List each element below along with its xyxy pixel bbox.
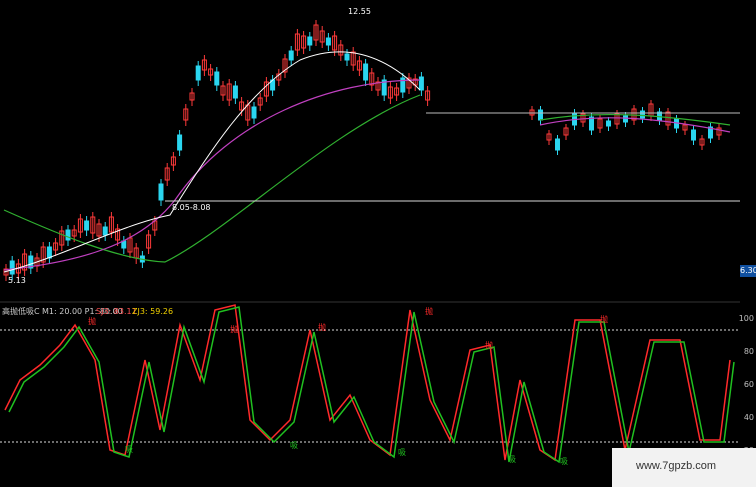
sell-tag: 抛 [425, 306, 433, 316]
ma-magenta-line [3, 79, 421, 271]
candle-body [691, 129, 696, 141]
top-low-label: 5.13 [8, 276, 26, 285]
candle-body [121, 240, 127, 249]
price-badge: 6.30 [740, 265, 756, 277]
zj-label: ZJ3: 59.26 [132, 307, 174, 316]
candle-body [640, 110, 645, 119]
candle-body [623, 115, 628, 123]
candle-body [288, 50, 294, 61]
buy-tag: 吸 [398, 448, 406, 457]
candle-body [195, 65, 201, 81]
watermark-text: www.7gpzb.com [636, 460, 717, 472]
sell-tag: 抛 [485, 340, 493, 350]
candle-body [251, 106, 257, 119]
candle-body [65, 229, 71, 241]
candle-body [158, 183, 164, 201]
candle-body [325, 37, 331, 46]
candle-body [9, 260, 15, 275]
candle-body [84, 220, 90, 231]
buy-tag: 吸 [290, 441, 298, 450]
oscillator-layer [4, 304, 735, 464]
candle-body [606, 120, 611, 127]
sell-tag: 抛 [600, 314, 608, 324]
y-label-60: 60 [743, 380, 754, 389]
chart-stage: 抛抛 抛抛抛抛吸 吸吸吸吸 [0, 20, 740, 466]
ma-lines-layer [3, 51, 731, 273]
buy-tag: 吸 [125, 445, 133, 454]
candle-body [307, 36, 313, 46]
watermark-box: www.7gpzb.com [612, 448, 756, 487]
candle-body [177, 134, 183, 151]
sell-tag: 抛 [318, 322, 326, 332]
y-label-80: 80 [743, 347, 754, 356]
indicator-title: 高抛低吸C [2, 307, 40, 316]
candles-layer [3, 20, 740, 281]
candle-body [418, 76, 424, 91]
candle-body [232, 85, 238, 99]
buy-tag: 吸 [508, 455, 516, 464]
sell-tag: 抛 [88, 316, 96, 326]
top-range-label: 8.05-8.08 [172, 203, 211, 212]
buy-tag: 吸 [560, 457, 568, 466]
candle-body [555, 138, 560, 151]
candle-body [538, 109, 543, 121]
candle-body [344, 53, 350, 61]
sell-tag: 抛 [230, 324, 238, 334]
ma-green-line [3, 94, 421, 263]
sj-label: SJ3: 83.11 [96, 307, 137, 316]
candle-body [214, 71, 220, 86]
y-label-100: 100 [738, 314, 754, 323]
y-label-40: 40 [743, 413, 754, 422]
oscillator-k-line [4, 304, 731, 462]
top-high-label: 12.55 [348, 7, 371, 16]
candle-body [363, 63, 369, 81]
candle-body [102, 226, 108, 236]
